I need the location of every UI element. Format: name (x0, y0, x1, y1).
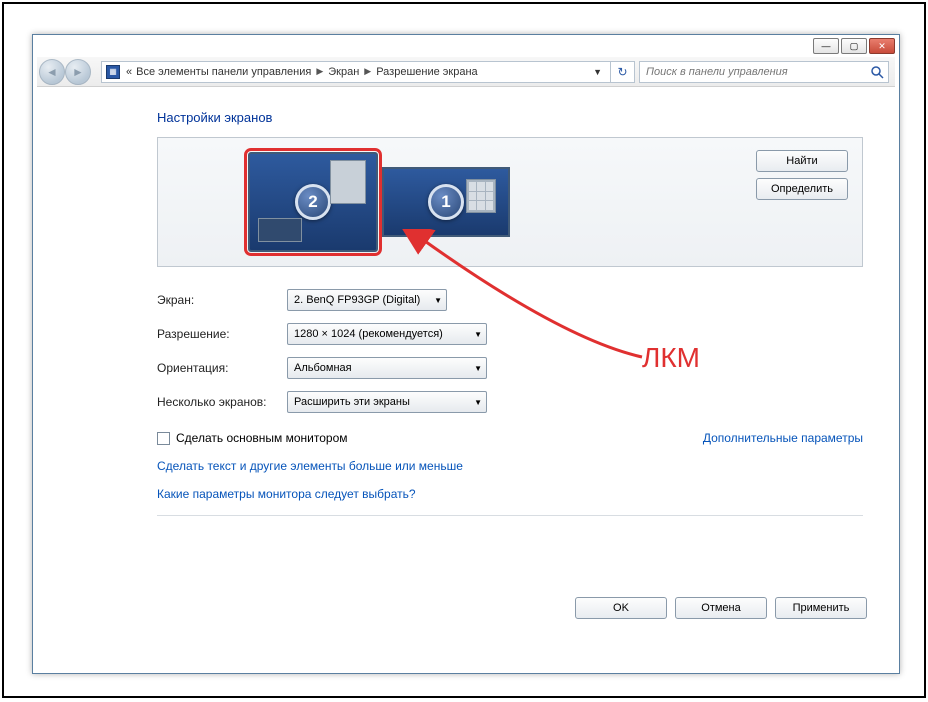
chevron-down-icon: ▼ (426, 296, 442, 305)
chevron-down-icon: ▼ (466, 364, 482, 373)
multiple-displays-dropdown[interactable]: Расширить эти экраны ▼ (287, 391, 487, 413)
nav-back-button[interactable]: ◄ (39, 59, 65, 85)
identify-button[interactable]: Определить (756, 178, 848, 200)
chevron-down-icon: ▼ (466, 398, 482, 407)
breadcrumb[interactable]: ▦ « Все элементы панели управления ▶ Экр… (101, 61, 611, 83)
monitor-preview-window-icon (330, 160, 366, 204)
make-primary-label: Сделать основным монитором (176, 431, 348, 445)
label-orientation: Ориентация: (157, 361, 287, 375)
text-size-link[interactable]: Сделать текст и другие элементы больше и… (157, 459, 863, 473)
make-primary-checkbox[interactable] (157, 432, 170, 445)
page-title: Настройки экранов (157, 110, 863, 125)
minimize-button[interactable]: — (813, 38, 839, 54)
content-area: Настройки экранов 2 1 Найти Определить Э… (37, 90, 895, 669)
resolution-dropdown[interactable]: 1280 × 1024 (рекомендуется) ▼ (287, 323, 487, 345)
advanced-settings-link[interactable]: Дополнительные параметры (703, 431, 863, 445)
navigation-bar: ◄ ► ▦ « Все элементы панели управления ▶… (37, 57, 895, 87)
label-screen: Экран: (157, 293, 287, 307)
close-button[interactable]: ✕ (869, 38, 895, 54)
divider (157, 515, 863, 516)
monitor-1-badge: 1 (428, 184, 464, 220)
annotation-label: ЛКМ (642, 342, 700, 374)
monitor-2-badge: 2 (295, 184, 331, 220)
breadcrumb-dropdown-icon[interactable]: ▼ (589, 67, 606, 77)
monitor-1[interactable]: 1 (382, 167, 510, 237)
find-button[interactable]: Найти (756, 150, 848, 172)
orientation-dropdown[interactable]: Альбомная ▼ (287, 357, 487, 379)
monitor-preview-taskbar-icon (258, 218, 302, 242)
control-panel-icon: ▦ (106, 65, 120, 79)
apply-button[interactable]: Применить (775, 597, 867, 619)
orientation-dropdown-value: Альбомная (294, 362, 352, 374)
maximize-button[interactable]: ▢ (841, 38, 867, 54)
resolution-dropdown-value: 1280 × 1024 (рекомендуется) (294, 328, 443, 340)
window-frame: — ▢ ✕ ◄ ► ▦ « Все элементы панели управл… (32, 34, 900, 674)
chevron-right-icon: ▶ (361, 66, 374, 77)
monitor-preview-keypad-icon (466, 179, 496, 213)
label-multiple: Несколько экранов: (157, 395, 287, 409)
monitor-2[interactable]: 2 (248, 152, 378, 252)
breadcrumb-seg-1[interactable]: Все элементы панели управления (134, 66, 313, 78)
breadcrumb-seg-2[interactable]: Экран (326, 66, 361, 78)
multiple-displays-value: Расширить эти экраны (294, 396, 410, 408)
dialog-footer: OK Отмена Применить (575, 597, 867, 619)
breadcrumb-prefix: « (124, 66, 134, 78)
ok-button[interactable]: OK (575, 597, 667, 619)
cancel-button[interactable]: Отмена (675, 597, 767, 619)
breadcrumb-seg-3[interactable]: Разрешение экрана (374, 66, 479, 78)
window-controls: — ▢ ✕ (813, 38, 895, 54)
label-resolution: Разрешение: (157, 327, 287, 341)
chevron-right-icon: ▶ (313, 66, 326, 77)
search-input[interactable] (640, 66, 866, 78)
search-box[interactable] (639, 61, 889, 83)
screen-dropdown[interactable]: 2. BenQ FP93GP (Digital) ▼ (287, 289, 447, 311)
search-icon[interactable] (866, 62, 888, 82)
monitor-arrangement-area[interactable]: 2 1 Найти Определить (157, 137, 863, 267)
chevron-down-icon: ▼ (466, 330, 482, 339)
nav-forward-button[interactable]: ► (65, 59, 91, 85)
screen-dropdown-value: 2. BenQ FP93GP (Digital) (294, 294, 420, 306)
which-params-link[interactable]: Какие параметры монитора следует выбрать… (157, 487, 863, 501)
refresh-button[interactable]: ↻ (611, 61, 635, 83)
